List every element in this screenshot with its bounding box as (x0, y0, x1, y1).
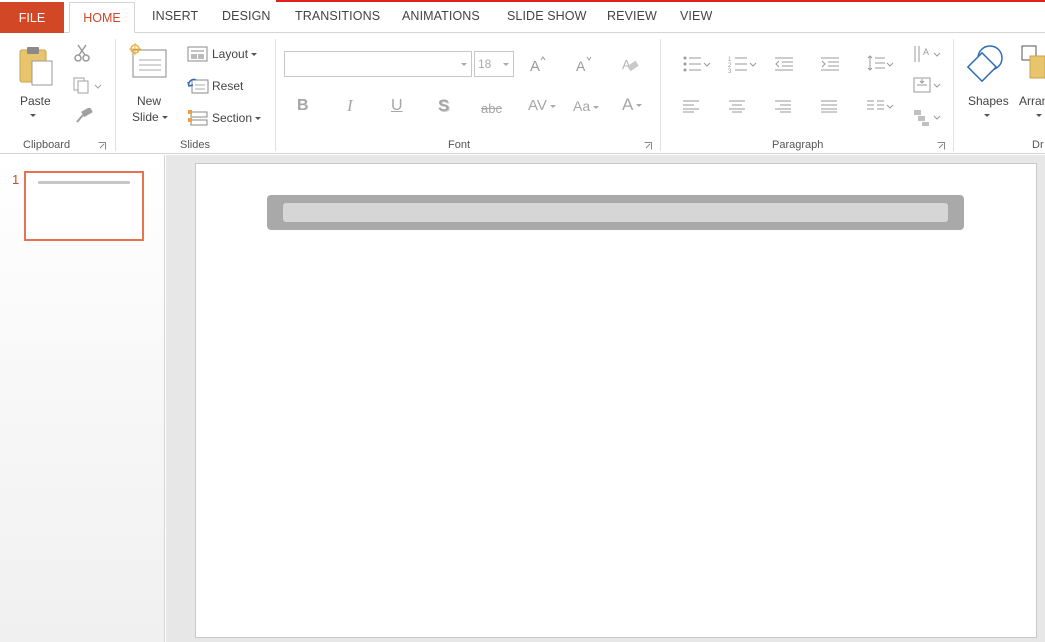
paste-dropdown-arrow[interactable] (30, 114, 36, 117)
convert-to-smartart-icon[interactable] (912, 107, 942, 127)
group-divider (275, 39, 276, 151)
align-text-icon[interactable] (912, 75, 942, 95)
slide-canvas[interactable] (195, 163, 1037, 638)
clipboard-launcher-icon[interactable] (98, 142, 106, 150)
character-spacing-label: AV (528, 97, 547, 114)
tab-home[interactable]: HOME (69, 2, 135, 33)
group-divider (660, 39, 661, 151)
shrink-font-icon[interactable]: A (574, 55, 594, 73)
cut-icon[interactable] (73, 44, 91, 62)
tab-insert[interactable]: INSERT (152, 9, 198, 23)
font-size-dropdown-arrow[interactable] (503, 63, 509, 66)
paragraph-launcher-icon[interactable] (937, 142, 945, 150)
columns-icon[interactable] (866, 99, 894, 113)
layout-icon[interactable] (187, 45, 209, 63)
layout-button[interactable]: Layout (212, 47, 258, 61)
layout-dropdown-arrow (251, 53, 258, 57)
format-painter-icon[interactable] (74, 108, 94, 124)
text-direction-icon[interactable]: A (912, 44, 942, 64)
font-name-dropdown-arrow[interactable] (461, 63, 467, 66)
reset-button[interactable]: Reset (212, 79, 243, 93)
new-slide-icon[interactable] (128, 43, 168, 79)
justify-icon[interactable] (820, 99, 838, 113)
increase-indent-icon[interactable] (820, 56, 840, 72)
new-slide-label-line1[interactable]: New (137, 94, 161, 108)
align-right-icon[interactable] (774, 99, 792, 113)
svg-text:3: 3 (728, 69, 732, 73)
drawing-group-label: Dr (1032, 139, 1044, 151)
shapes-icon[interactable] (966, 43, 1008, 85)
tab-transitions[interactable]: TRANSITIONS (295, 9, 380, 23)
svg-text:A: A (576, 58, 586, 73)
change-case-label: Aa (573, 98, 591, 114)
font-launcher-icon[interactable] (644, 142, 652, 150)
arrange-dropdown-arrow[interactable] (1036, 114, 1042, 117)
section-label: Section (212, 111, 253, 125)
character-spacing-button[interactable]: AV (528, 97, 556, 114)
change-case-button[interactable]: Aa (573, 98, 600, 114)
align-left-icon[interactable] (682, 99, 700, 113)
slide-thumbnail[interactable] (24, 171, 144, 241)
group-divider (953, 39, 954, 151)
paste-icon[interactable] (18, 45, 54, 87)
new-slide-dropdown-arrow (161, 116, 168, 120)
slide-thumbnail-pane: 1 (0, 155, 165, 642)
slide-editing-area (166, 155, 1045, 642)
reset-icon[interactable] (187, 77, 209, 95)
italic-button[interactable]: I (347, 96, 353, 116)
font-color-button[interactable]: A (622, 95, 643, 115)
new-slide-label-line2[interactable]: Slide (132, 110, 168, 124)
font-color-label: A (622, 95, 634, 114)
title-accent-line (276, 0, 1045, 2)
bullets-icon[interactable] (682, 55, 712, 73)
section-button[interactable]: Section (212, 111, 262, 125)
ribbon: Paste Clipboard New Slide Layout Reset S… (0, 33, 1045, 154)
tab-animations[interactable]: ANIMATIONS (402, 9, 480, 23)
layout-label: Layout (212, 47, 249, 61)
decrease-indent-icon[interactable] (774, 56, 794, 72)
font-color-dropdown-arrow (636, 104, 643, 108)
font-size-combobox[interactable]: 18 (474, 51, 514, 77)
tab-review[interactable]: REVIEW (607, 9, 657, 23)
shapes-label[interactable]: Shapes (968, 94, 1009, 108)
tab-design[interactable]: DESIGN (222, 9, 271, 23)
bold-button[interactable]: B (297, 97, 309, 115)
align-center-icon[interactable] (728, 99, 746, 113)
change-case-dropdown-arrow (593, 105, 600, 109)
tab-slide-show[interactable]: SLIDE SHOW (507, 9, 587, 23)
arrange-label[interactable]: Arran (1019, 94, 1045, 108)
ribbon-tab-bar: FILE HOME INSERT DESIGN TRANSITIONS ANIM… (0, 0, 1045, 33)
clear-formatting-icon[interactable]: A (620, 55, 642, 73)
strikethrough-button[interactable]: abc (481, 101, 502, 116)
paste-label[interactable]: Paste (20, 94, 51, 108)
svg-text:A: A (530, 58, 540, 73)
shapes-dropdown-arrow[interactable] (984, 114, 990, 117)
thumbnail-title-placeholder (38, 181, 130, 184)
tab-view[interactable]: VIEW (680, 9, 712, 23)
title-placeholder[interactable] (267, 195, 964, 230)
character-spacing-dropdown-arrow (549, 104, 556, 108)
text-shadow-button[interactable]: S (438, 96, 449, 116)
font-group-label: Font (448, 139, 471, 151)
arrange-icon[interactable] (1020, 44, 1045, 84)
font-size-value: 18 (478, 57, 492, 71)
underline-button[interactable]: U (391, 97, 403, 115)
clipboard-group-label: Clipboard (23, 139, 71, 151)
section-icon[interactable] (187, 109, 209, 127)
slide-number: 1 (12, 172, 20, 187)
numbering-icon[interactable]: 1 2 3 (728, 55, 758, 73)
line-spacing-icon[interactable] (866, 55, 894, 73)
grow-font-icon[interactable]: A (528, 55, 548, 73)
new-slide-text: Slide (132, 110, 159, 124)
paragraph-group-label: Paragraph (772, 139, 824, 151)
copy-icon[interactable] (73, 77, 103, 95)
font-name-combobox[interactable] (284, 51, 472, 77)
slides-group-label: Slides (180, 139, 210, 151)
tab-file[interactable]: FILE (0, 2, 64, 33)
title-placeholder-inner (283, 203, 948, 222)
svg-text:A: A (923, 47, 929, 57)
section-dropdown-arrow (255, 117, 262, 121)
group-divider (115, 39, 116, 151)
